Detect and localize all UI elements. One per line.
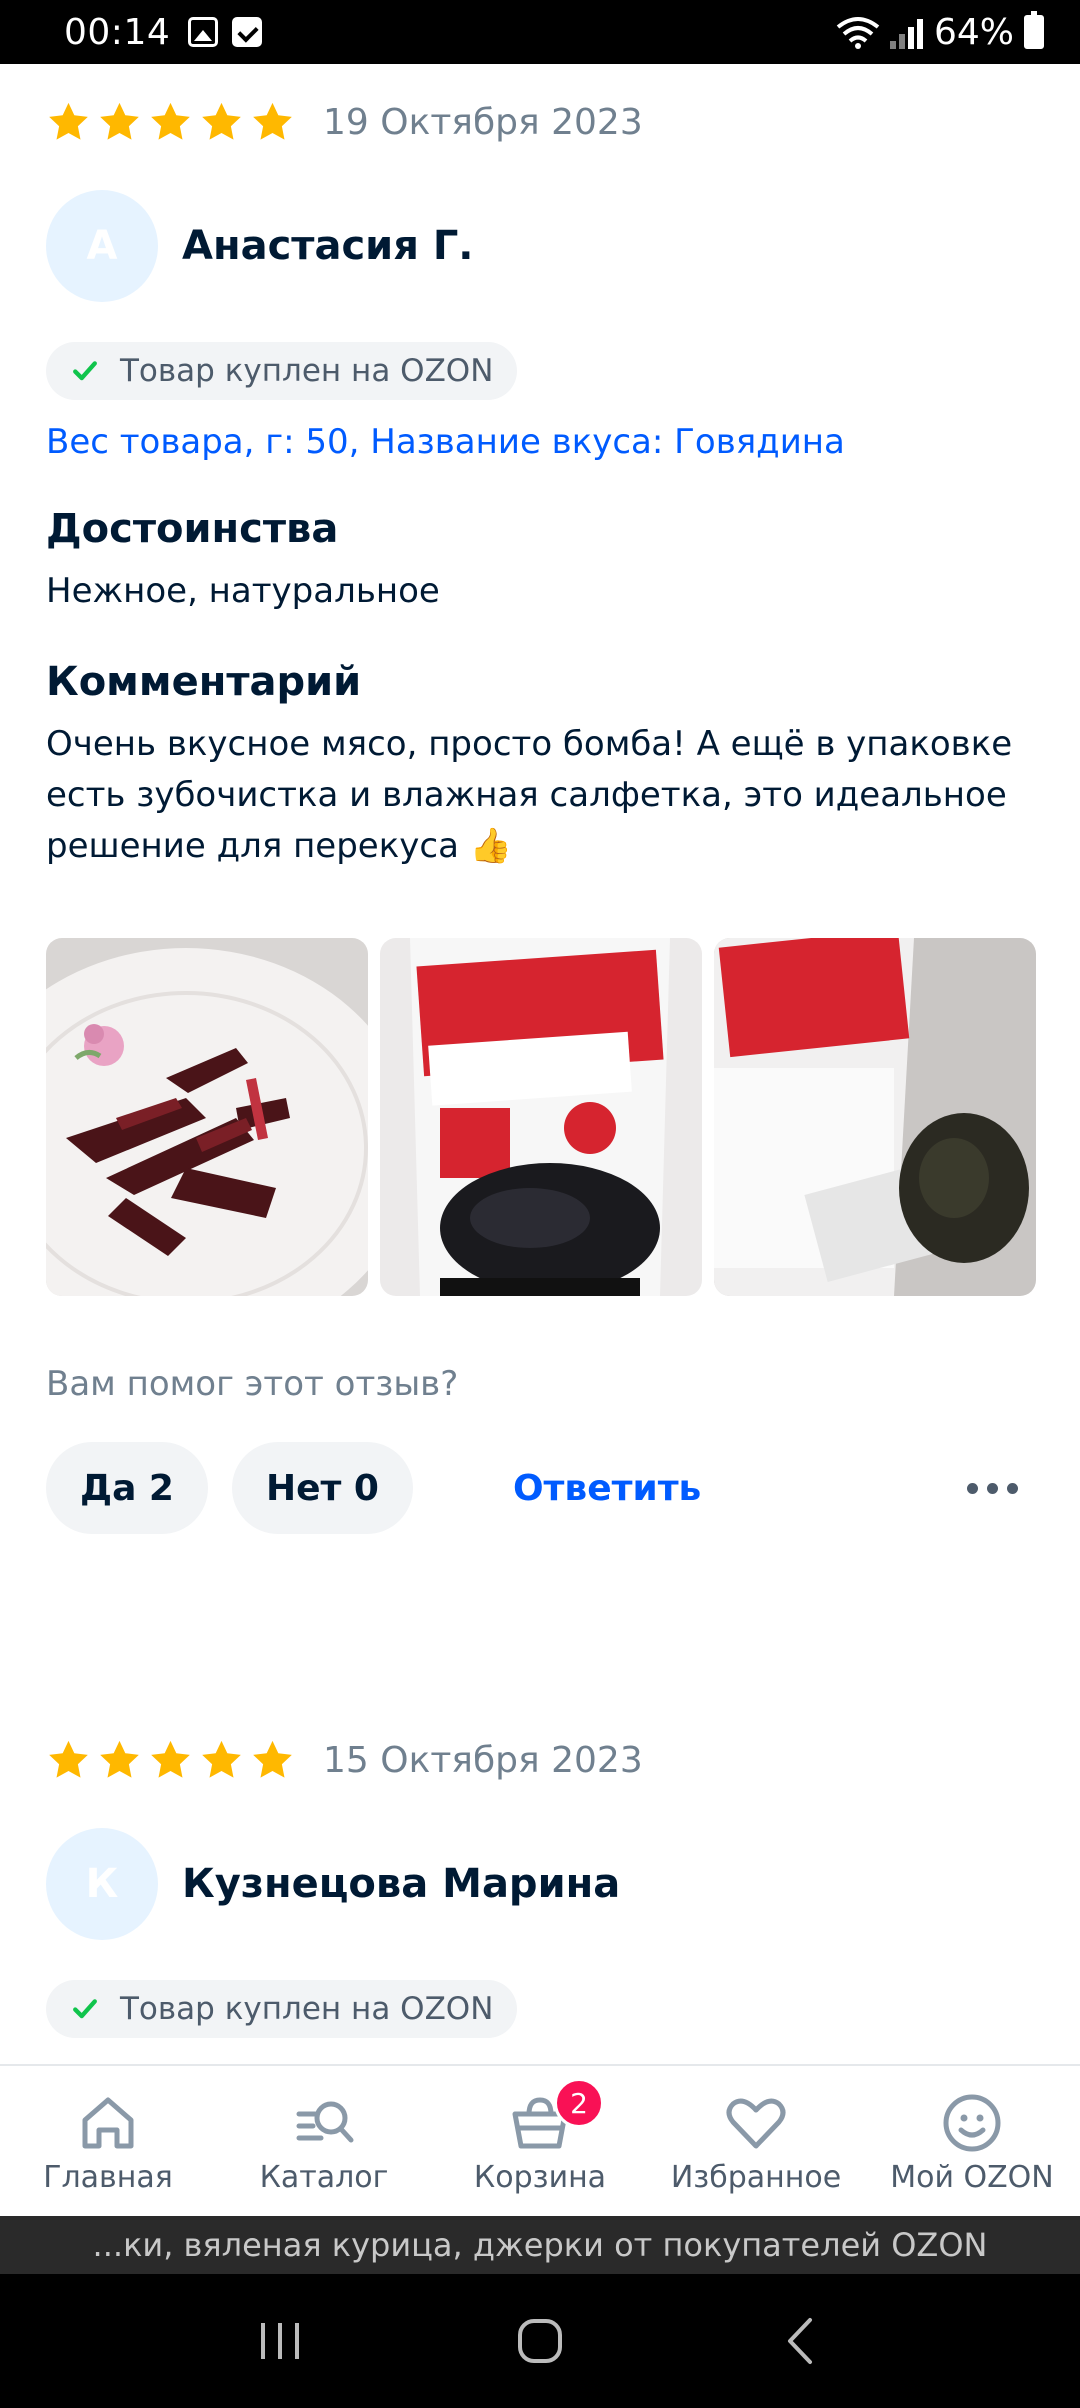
nav-profile[interactable]: Мой OZON [864,2066,1080,2216]
comment-text: Очень вкусное мясо, просто бомба! А ещё … [46,724,1013,866]
nav-cart[interactable]: 2 Корзина [432,2066,648,2216]
star-icon [151,102,190,140]
review-photo-2[interactable] [380,938,702,1296]
author-name[interactable]: Кузнецова Марина [182,1861,620,1907]
star-icon [202,102,241,140]
check-icon [73,1999,97,2019]
nav-favorites[interactable]: Избранное [648,2066,864,2216]
comment-title: Комментарий [46,659,362,705]
avatar[interactable]: К [46,1828,158,1940]
author-name[interactable]: Анастасия Г. [182,223,474,269]
star-icon [202,1740,241,1778]
gallery-notification-icon [188,17,219,47]
signal-icon [889,15,924,49]
nav-profile-label: Мой OZON [890,2160,1054,2195]
reply-button[interactable]: Ответить [513,1468,701,1509]
review-photo-3[interactable] [714,938,1036,1296]
recent-apps-icon [261,2323,299,2359]
nav-cart-label: Корзина [473,2160,607,2195]
rating-stars [46,100,295,145]
system-navigation [0,2274,1080,2408]
star-icon [100,1740,139,1778]
cart-count-badge: 2 [554,2078,604,2128]
helpful-question: Вам помог этот отзыв? [46,1364,459,1404]
variant-link[interactable]: Вес товара, г: 50, Название вкуса: Говяд… [46,422,1036,462]
home-icon [82,2097,134,2149]
battery-percent: 64% [933,11,1014,53]
wifi-icon [836,17,880,49]
bottom-navigation: Главная Каталог 2 Корзина Избранное Мой … [0,2064,1080,2216]
heart-icon [726,2098,786,2149]
purchased-badge: Товар куплен на OZON [46,342,518,400]
back-button[interactable] [770,2311,830,2371]
review-photos [46,938,1036,1296]
back-chevron-icon [788,2318,812,2364]
profile-smile-icon [943,2094,1001,2152]
check-icon [73,361,97,381]
more-options-icon[interactable] [967,1482,1018,1494]
review-date: 15 Октября 2023 [323,1739,643,1781]
nav-catalog-label: Каталог [259,2160,389,2195]
star-icon [253,102,292,140]
rating-stars [46,1738,295,1783]
star-icon [151,1740,190,1778]
nav-home-label: Главная [43,2160,173,2195]
review-date: 19 Октября 2023 [323,101,643,143]
page-title-bar: ...ки, вяленая курица, джерки от покупат… [0,2216,1080,2274]
pros-title: Достоинства [46,506,339,552]
review-card: 15 Октября 2023 К Кузнецова Марина Товар… [46,1730,1036,2038]
status-bar: 00:14 64% [0,0,1080,64]
star-icon [100,102,139,140]
purchased-badge-label: Товар куплен на OZON [120,353,494,389]
pros-text: Нежное, натуральное [46,571,440,611]
home-circle-icon [518,2319,562,2363]
purchased-badge: Товар куплен на OZON [46,1980,518,2038]
review-photo-1[interactable] [46,938,368,1296]
star-icon [49,102,88,140]
purchased-badge-label: Товар куплен на OZON [120,1991,494,2027]
nav-catalog[interactable]: Каталог [216,2066,432,2216]
helpful-no-button[interactable]: Нет 0 [231,1442,413,1534]
status-time: 00:14 [64,11,171,53]
nav-favorites-label: Избранное [670,2160,842,2195]
checkbox-notification-icon [232,17,263,47]
battery-icon [1024,11,1044,49]
star-icon [253,1740,292,1778]
avatar[interactable]: А [46,190,158,302]
catalog-search-icon [296,2101,354,2143]
review-card: 19 Октября 2023 А Анастасия Г. Товар куп… [46,92,1036,1534]
star-icon [49,1740,88,1778]
helpful-yes-button[interactable]: Да 2 [46,1442,208,1534]
nav-home[interactable]: Главная [0,2066,216,2216]
recent-apps-button[interactable] [250,2311,310,2371]
home-button[interactable] [510,2311,570,2371]
